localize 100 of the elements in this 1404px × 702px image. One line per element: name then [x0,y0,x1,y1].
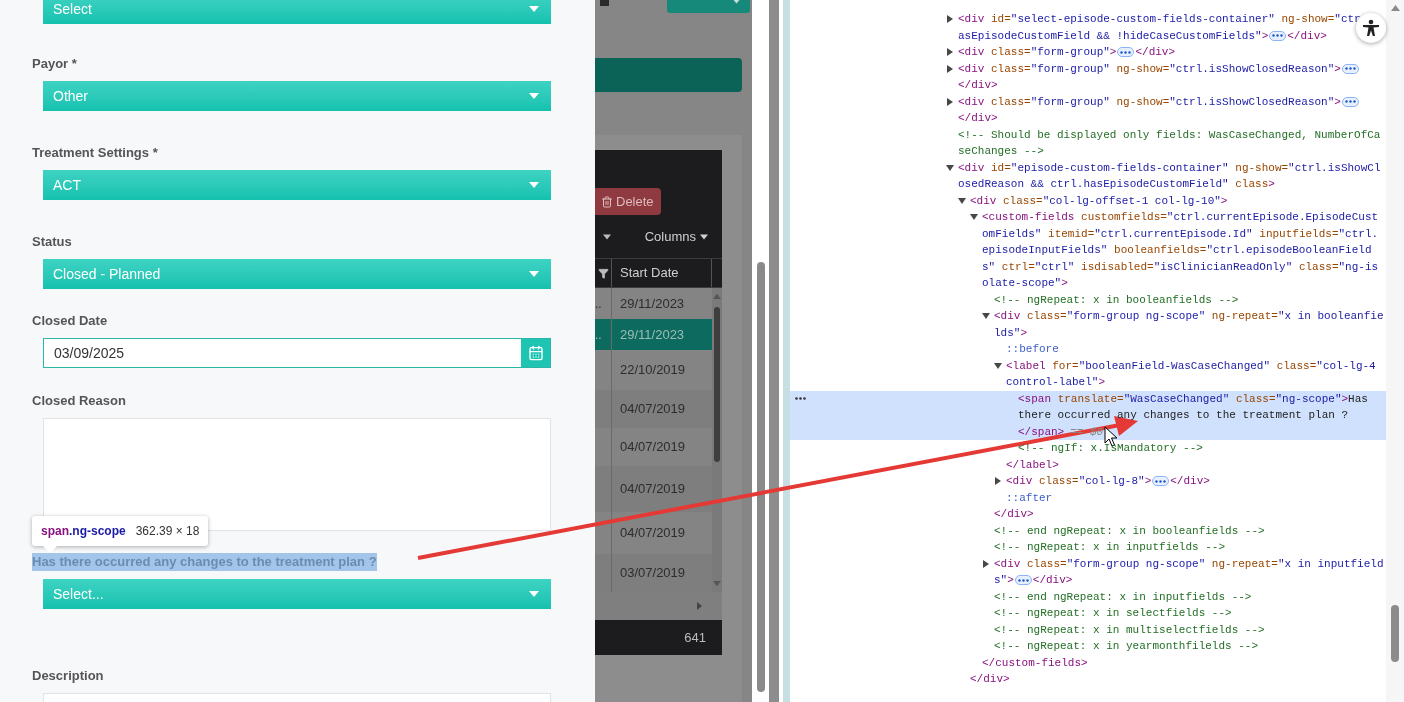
table-cell-text: 29/11/2023 [619,294,685,313]
expand-arrow-icon[interactable] [946,163,954,172]
dots-icon [1017,578,1029,582]
scrollbar-thumb[interactable] [714,307,720,462]
caret-icon [529,93,539,99]
code-line: there occurred any changes to the treatment plan ? [1018,408,1349,423]
dots-icon [1120,50,1132,54]
code-comment: <!-- Should be displayed only fields: WasCaseChanged, NumberOfCa [958,127,1381,143]
size-text: 362.39 × 18 [135,523,200,540]
filter-icon[interactable] [597,267,609,279]
select-dropdown[interactable]: Closed - Planned [43,259,551,289]
more-button[interactable] [1341,63,1359,74]
scrollbar-thumb[interactable] [1391,605,1399,662]
caret-icon [529,271,539,277]
column-header[interactable]: Start Date [612,259,712,287]
table-row[interactable]: 04/07/2019 [595,390,712,428]
table-cell-text: .. [595,326,602,344]
table-row[interactable]: 03/07/2019 [595,554,712,592]
caret-icon [529,591,539,597]
field-label: Treatment Settings * [32,144,158,162]
code-line: lds"> [994,325,1027,341]
table-cell-text: 04/07/2019 [619,400,686,419]
more-button[interactable] [1269,30,1287,41]
dots-icon [1272,34,1284,38]
table-cell-text: 04/07/2019 [619,480,686,499]
expand-arrow-icon[interactable] [946,48,954,57]
code-line: episodeInputFields" booleanfields="ctrl.episodeBooleanField [982,243,1372,258]
code-line: </div> [958,111,998,126]
field-label: Closed Reason [32,392,126,410]
code-line: olate-scope"> [982,276,1068,291]
field-label: Closed Date [32,312,108,330]
code-line: <div class="form-group"> [958,45,1117,60]
caret-icon [529,182,539,188]
code-line: s" ctrl="ctrl" isdisabled="isClinicianReadOnly" class="ng-is [982,259,1379,275]
person-icon [1362,19,1380,37]
code-line: control-label"> [1006,375,1106,390]
calendar-button[interactable] [521,339,550,367]
field-label: Has there occurred any changes to the treatment plan ? [32,553,377,571]
more-button[interactable] [1341,96,1359,107]
expand-arrow-icon[interactable] [946,97,954,106]
columns-button[interactable]: Columns [644,226,708,247]
select-dropdown[interactable]: Select... [43,579,551,609]
table-cell-text: 04/07/2019 [619,438,686,457]
expand-arrow-icon[interactable] [994,477,1002,486]
table-row[interactable]: 04/07/2019 [595,466,712,512]
more-icon[interactable] [795,396,806,400]
code-line: </span> [1018,424,1065,440]
table-row[interactable]: .. 29/11/2023 [595,288,712,319]
table-row[interactable]: 04/07/2019 [595,428,712,466]
code-line: osedReason && ctrl.hasEpisodeCustomField" class> [958,177,1275,192]
code-line: ::after [1006,490,1053,506]
code-line: </div> [958,78,998,93]
code-line: </div> [970,672,1010,687]
code-line: <div class="col-lg-8"> [1006,474,1152,489]
expand-arrow-icon[interactable] [970,213,978,222]
code-line: </div> [1170,474,1210,489]
code-line: <div class="form-group ng-scope" ng-repeat="x in inputfield [994,556,1384,572]
select-dropdown[interactable]: ACT [43,170,551,200]
more-button[interactable] [1152,476,1170,487]
table-cell-text: 22/10/2019 [619,361,686,380]
code-line: <div class="form-group" ng-show="ctrl.isShowClosedReason"> [958,61,1341,77]
dots-icon [1155,479,1167,483]
code-comment: <!-- ngRepeat: x in selectfields --> [994,606,1232,621]
expand-arrow-icon[interactable] [982,312,990,321]
delete-button[interactable]: Delete [595,188,661,215]
total-count: 641 [684,628,706,647]
code-line: <div id="select-episode-custom-fields-container" ng-show="ctr [958,12,1361,27]
table-cell-text: .. [595,295,602,313]
more-button[interactable] [1117,47,1135,58]
code-line: </div> [1287,28,1327,44]
expand-arrow-icon[interactable] [946,15,954,24]
code-line: <span translate="WasCaseChanged" class="ng-scope">Has [1018,391,1368,407]
table-row[interactable]: .. 29/11/2023 [595,319,712,350]
expand-arrow-icon[interactable] [994,361,1002,370]
expand-arrow-icon[interactable] [946,64,954,73]
calendar-icon [527,345,544,361]
table-cell-text: 03/07/2019 [619,564,686,583]
scroll-up-icon[interactable] [1390,5,1400,11]
field-label: Description [32,667,104,685]
code-line: </custom-fields> [982,655,1088,671]
code-line: </div> [994,507,1034,522]
more-button[interactable] [1014,575,1032,586]
table-row[interactable]: 04/07/2019 [595,512,712,554]
select-dropdown[interactable]: Select [43,0,551,24]
code-comment: <!-- end ngRepeat: x in inputfields --> [994,589,1252,605]
scrollbar-thumb[interactable] [757,262,765,692]
code-line: </div> [1135,45,1176,60]
field-label: Payor * [32,55,77,73]
field-label: Status [32,233,72,251]
scroll-right-icon[interactable] [697,602,702,610]
table-row[interactable]: 22/10/2019 [595,350,712,390]
code-line: <div class="col-lg-offset-1 col-lg-10"> [970,193,1228,209]
code-line: s"> [994,573,1014,588]
expand-arrow-icon[interactable] [958,196,966,205]
expand-arrow-icon[interactable] [982,559,990,568]
table-cell-text: 04/07/2019 [619,524,686,543]
code-comment: <!-- ngIf: x.IsMandatory --> [1018,441,1203,456]
caret-icon [700,233,708,240]
code-line: </div> [1032,573,1073,588]
select-dropdown[interactable]: Other [43,81,551,111]
